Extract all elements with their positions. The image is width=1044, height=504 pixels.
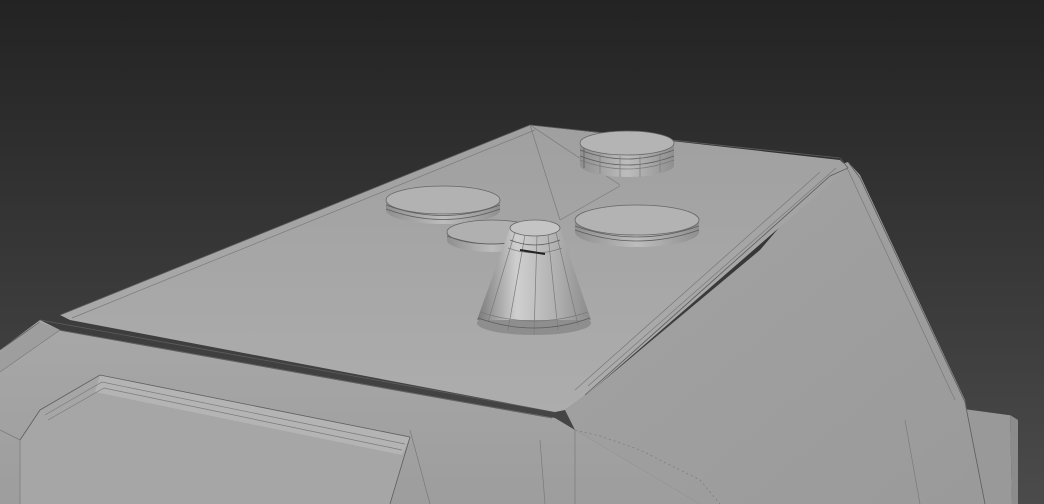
button-top-right xyxy=(579,130,675,177)
viewport-render xyxy=(0,0,1044,504)
button-top-left xyxy=(385,185,501,224)
3d-viewport[interactable] xyxy=(0,0,1044,504)
button-right xyxy=(574,204,700,247)
